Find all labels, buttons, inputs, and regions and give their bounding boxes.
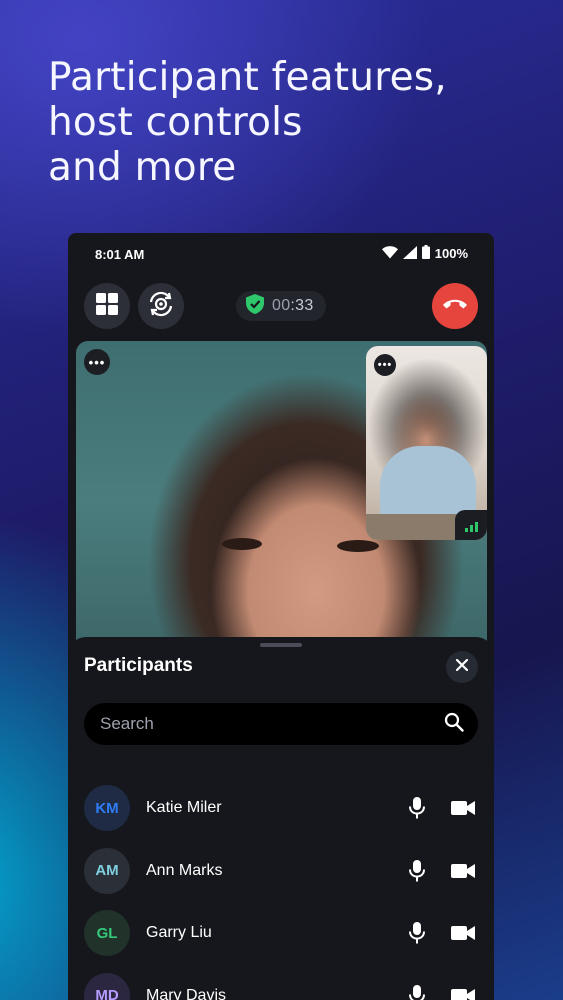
avatar: GL xyxy=(84,910,130,957)
microphone-icon[interactable] xyxy=(402,793,432,823)
end-call-icon xyxy=(442,297,468,315)
headline: Participant features, host controls and … xyxy=(48,55,528,190)
microphone-icon[interactable] xyxy=(402,981,432,1000)
call-duration: 00:33 xyxy=(272,297,314,314)
pip-menu-button[interactable]: ••• xyxy=(374,354,396,376)
wifi-icon xyxy=(381,245,398,262)
cell-signal-icon xyxy=(402,245,417,262)
participants-sheet: Participants KMKatie MilerAMAnn MarksGLG… xyxy=(68,637,494,1000)
search-icon[interactable] xyxy=(444,712,464,737)
headline-line-1: Participant features, xyxy=(48,55,447,100)
participant-list: KM Katie Miler AM Ann Marks GL Garry Liu MD Mar… xyxy=(84,777,478,1000)
participant-name: Mary Davis xyxy=(146,986,227,1000)
shield-check-icon xyxy=(246,293,264,319)
call-timer: 00:33 xyxy=(236,291,326,321)
participant-name: Garry Liu xyxy=(146,924,212,942)
microphone-icon[interactable] xyxy=(402,856,432,886)
close-icon xyxy=(455,658,469,676)
microphone-icon[interactable] xyxy=(402,918,432,948)
headline-line-3: and more xyxy=(48,145,237,190)
status-icons: 100% xyxy=(381,245,468,262)
status-time: 8:01 AM xyxy=(95,247,145,262)
participant-row[interactable]: MD Mary Davis xyxy=(84,965,478,1000)
pip-person xyxy=(380,446,476,516)
call-toolbar: 00:33 xyxy=(68,283,494,331)
grid-view-icon xyxy=(96,292,118,320)
self-view-tile[interactable]: ••• xyxy=(366,346,487,540)
participant-row[interactable]: KM Katie Miler xyxy=(84,777,478,840)
status-bar: 8:01 AM 100% xyxy=(68,233,494,273)
battery-icon xyxy=(421,245,430,262)
participant-row[interactable]: GL Garry Liu xyxy=(84,902,478,965)
main-video-menu-button[interactable]: ••• xyxy=(84,349,110,375)
participant-search[interactable] xyxy=(84,703,478,745)
headline-line-2: host controls xyxy=(48,100,303,145)
battery-percent: 100% xyxy=(434,246,468,261)
avatar: KM xyxy=(84,785,130,832)
participant-row[interactable]: AM Ann Marks xyxy=(84,840,478,903)
participants-title: Participants xyxy=(84,655,193,676)
rotate-camera-button[interactable] xyxy=(138,283,184,329)
end-call-button[interactable] xyxy=(432,283,478,329)
participant-name: Katie Miler xyxy=(146,799,222,817)
avatar: AM xyxy=(84,847,130,894)
video-camera-icon[interactable] xyxy=(448,856,478,886)
video-camera-icon[interactable] xyxy=(448,918,478,948)
video-camera-icon[interactable] xyxy=(448,793,478,823)
rotate-camera-icon xyxy=(147,290,175,323)
search-input[interactable] xyxy=(100,714,444,734)
network-signal-icon xyxy=(455,510,487,540)
phone-screen: 8:01 AM 100% 00:33 ••• ••• Participants … xyxy=(68,233,494,1000)
participant-name: Ann Marks xyxy=(146,861,223,879)
sheet-drag-handle[interactable] xyxy=(260,643,302,647)
avatar: MD xyxy=(84,972,130,1000)
video-camera-icon[interactable] xyxy=(448,981,478,1000)
close-button[interactable] xyxy=(446,651,478,683)
grid-view-button[interactable] xyxy=(84,283,130,329)
